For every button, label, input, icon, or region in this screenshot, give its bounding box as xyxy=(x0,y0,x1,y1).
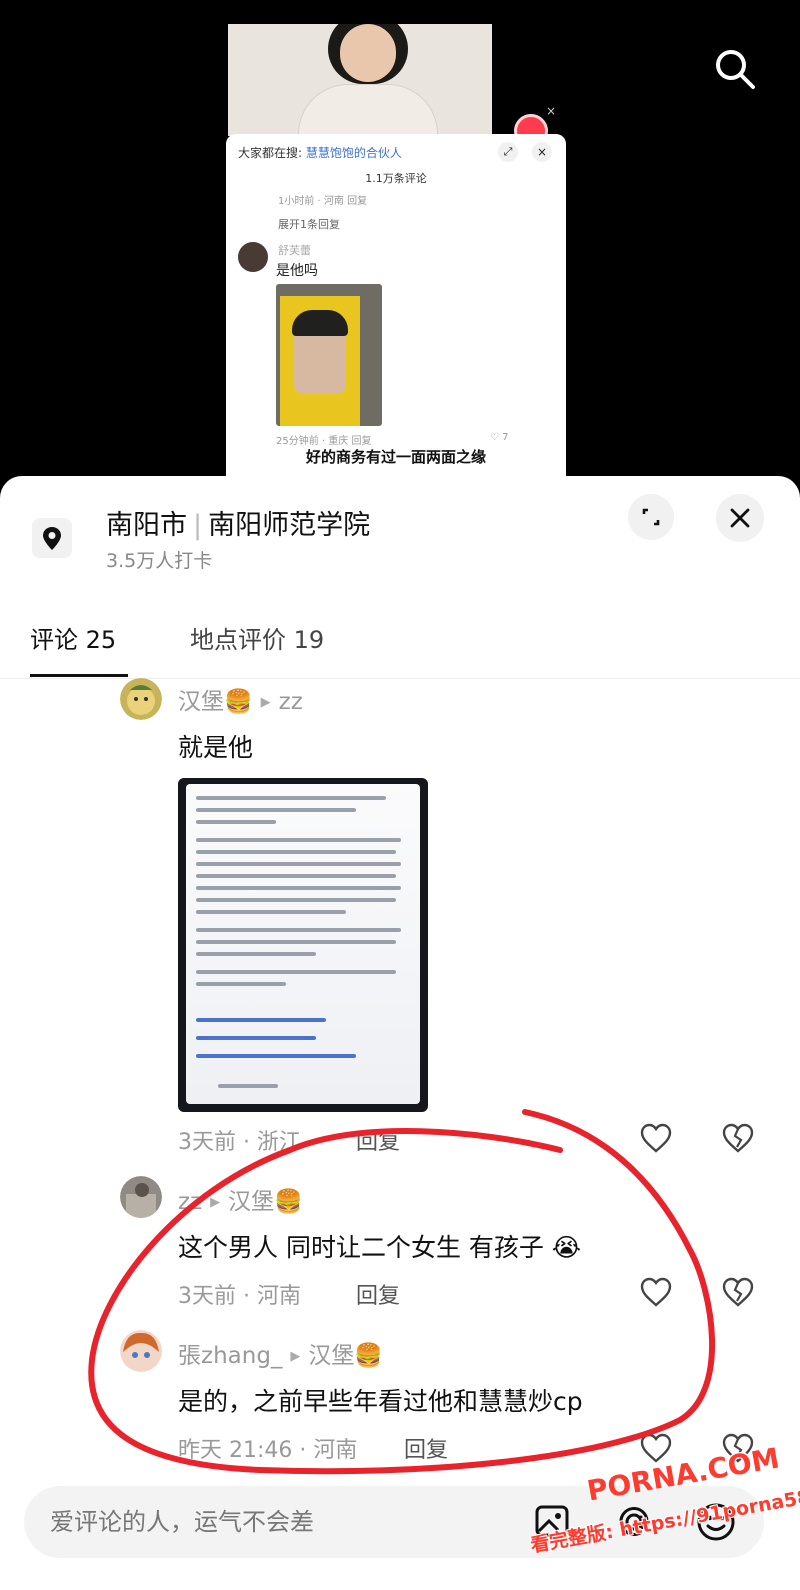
location-city: 南阳市 xyxy=(106,510,187,541)
comment-username[interactable]: 汉堡🍔 xyxy=(178,689,253,715)
comment-text: 这个男人 同时让二个女生 有孩子 😭 xyxy=(178,1233,582,1262)
embedded-comment-screenshot: 大家都在搜: 慧慧饱饱的合伙人 ⤢ × 1.1万条评论 1小时前 · 河南 回复… xyxy=(226,134,566,484)
comment-meta: 3天前 · 河南 xyxy=(178,1284,301,1309)
comment-username[interactable]: zz xyxy=(178,1189,202,1215)
location-pin-icon xyxy=(32,518,72,558)
like-count: ♡ 7 xyxy=(490,432,509,443)
like-icon[interactable] xyxy=(638,1120,674,1156)
tab-comments[interactable]: 评论 25 xyxy=(30,620,116,655)
expand-replies: 展开1条回复 xyxy=(278,218,340,231)
reply-button[interactable]: 回复 xyxy=(356,1124,400,1156)
comment-user-line: 汉堡🍔 ▶ zz xyxy=(178,682,303,716)
comment-meta: 25分钟前 · 重庆 回复 xyxy=(276,436,372,447)
video-frame xyxy=(228,24,492,136)
comment-count: 1.1万条评论 xyxy=(365,172,427,185)
reply-button[interactable]: 回复 xyxy=(356,1278,400,1310)
comment-image[interactable] xyxy=(178,778,428,1112)
like-count-value: 7 xyxy=(502,432,509,443)
comment-text: 是的，之前早些年看过他和慧慧炒cp xyxy=(178,1387,583,1416)
expand-button[interactable] xyxy=(628,494,674,540)
comment-meta: 1小时前 · 河南 回复 xyxy=(278,196,368,207)
location-title[interactable]: 南阳市 | 南阳师范学院 xyxy=(106,503,370,542)
tab-place-reviews[interactable]: 地点评价 19 xyxy=(190,620,324,655)
dislike-icon[interactable] xyxy=(720,1120,756,1156)
comment-user-line: zz ▶ 汉堡🍔 xyxy=(178,1182,303,1216)
reply-to-username[interactable]: 汉堡🍔 xyxy=(308,1343,383,1369)
comment-username[interactable]: 張zhang_ xyxy=(178,1343,282,1369)
username: 舒芙蕾 xyxy=(278,244,311,257)
dislike-icon[interactable] xyxy=(720,1274,756,1310)
avatar[interactable] xyxy=(120,678,162,720)
checkin-count: 3.5万人打卡 xyxy=(106,550,213,572)
location-place: 南阳师范学院 xyxy=(208,510,371,541)
comment-user-line: 張zhang_ ▶ 汉堡🍔 xyxy=(178,1336,383,1370)
search-icon[interactable] xyxy=(712,46,758,92)
hot-search-prefix: 大家都在搜: xyxy=(238,146,303,160)
reply-to-username[interactable]: 汉堡🍔 xyxy=(228,1189,303,1215)
avatar[interactable] xyxy=(120,1330,162,1372)
like-icon[interactable] xyxy=(638,1274,674,1310)
reply-arrow-icon: ▶ xyxy=(210,1195,221,1210)
close-icon[interactable]: × xyxy=(546,104,556,118)
close-icon: × xyxy=(532,142,552,162)
close-button[interactable] xyxy=(716,494,764,542)
hot-search-link: 慧慧饱饱的合伙人 xyxy=(305,146,402,160)
divider xyxy=(0,678,800,679)
person-body xyxy=(298,84,438,136)
reply-to-username[interactable]: zz xyxy=(279,689,303,715)
comment-text: 是他吗 xyxy=(276,263,318,279)
comment-text: 就是他 xyxy=(178,733,254,762)
video-caption: 好的商务有过一面两面之缘 xyxy=(305,448,486,466)
avatar[interactable] xyxy=(120,1176,162,1218)
reply-arrow-icon: ▶ xyxy=(260,695,271,710)
tab-active-indicator xyxy=(30,674,128,677)
reply-arrow-icon: ▶ xyxy=(290,1349,301,1364)
expand-icon: ⤢ xyxy=(498,142,518,162)
comment-meta: 3天前 · 浙江 xyxy=(178,1130,301,1155)
person-face xyxy=(340,24,396,82)
hot-search: 大家都在搜: 慧慧饱饱的合伙人 xyxy=(238,144,402,161)
comment-photo xyxy=(276,284,382,426)
comment-meta: 昨天 21:46 · 河南 xyxy=(178,1438,358,1463)
comment-input[interactable] xyxy=(24,1486,504,1558)
video-area[interactable]: × 大家都在搜: 慧慧饱饱的合伙人 ⤢ × 1.1万条评论 1小时前 · 河南 … xyxy=(0,0,800,500)
reply-button[interactable]: 回复 xyxy=(404,1432,448,1464)
avatar xyxy=(238,242,268,272)
